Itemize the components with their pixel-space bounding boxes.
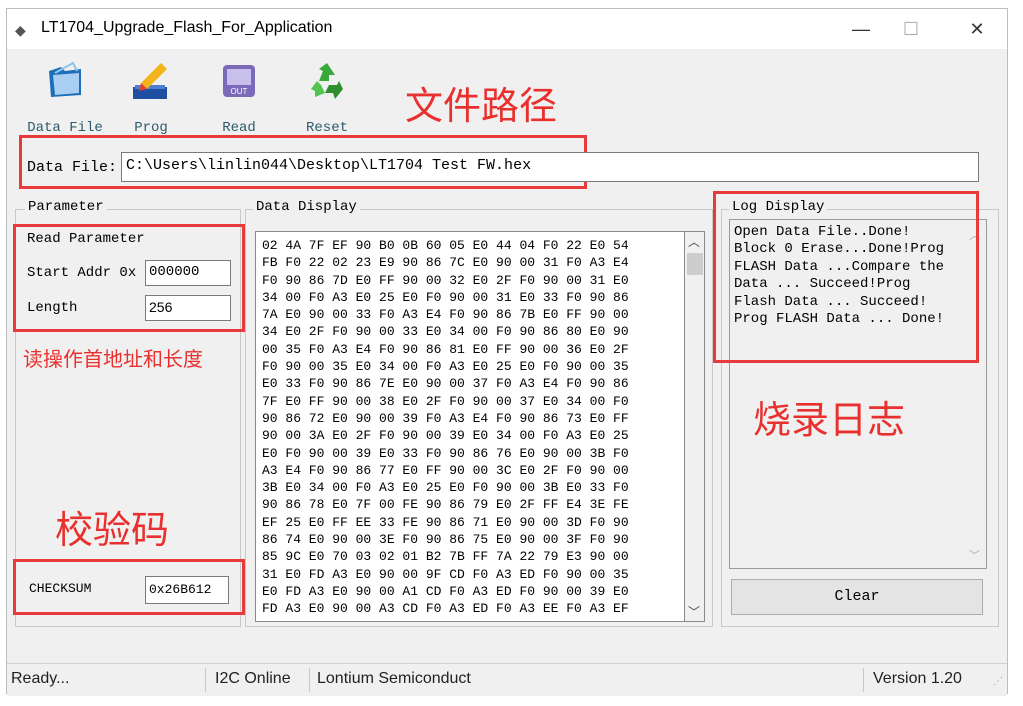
hex-line: 3B E0 34 00 F0 A3 E0 25 E0 F0 90 00 3B E… — [262, 480, 629, 496]
hex-line: 86 74 E0 90 00 3E F0 90 86 75 E0 90 00 3… — [262, 532, 629, 548]
hex-line: E0 33 F0 90 86 7E E0 90 00 37 F0 A3 E4 F… — [262, 376, 629, 392]
data-file-field-label: Data File: — [27, 159, 118, 176]
data-file-path-field[interactable]: C:\Users\linlin044\Desktop\LT1704 Test F… — [121, 152, 979, 182]
recycle-icon — [311, 63, 343, 99]
hex-line: A3 E4 F0 90 86 77 E0 FF 90 00 3C E0 2F F… — [262, 462, 629, 478]
clear-button[interactable]: Clear — [731, 579, 983, 615]
hex-scroll-thumb[interactable] — [687, 253, 703, 275]
hex-line: F0 90 00 35 E0 34 00 F0 A3 E0 25 E0 F0 9… — [262, 359, 629, 375]
data-file-label: Data File — [27, 120, 103, 136]
status-separator — [309, 668, 310, 692]
annotation-file-path: 文件路径 — [405, 84, 558, 128]
log-scroll-down-icon[interactable]: ﹀ — [969, 547, 980, 563]
reset-button[interactable]: Reset — [297, 59, 357, 136]
length-label: Length — [27, 300, 78, 316]
hex-line: 02 4A 7F EF 90 B0 0B 60 05 E0 44 04 F0 2… — [262, 238, 629, 253]
hex-line: 90 00 3A E0 2F F0 90 00 39 E0 34 00 F0 A… — [262, 428, 629, 444]
parameter-group-label: Parameter — [25, 199, 107, 215]
hex-line: 7A E0 90 00 33 F0 A3 E4 F0 90 86 7B E0 F… — [262, 307, 629, 323]
status-bar: Ready... I2C Online Lontium Semiconduct … — [7, 663, 1007, 696]
hex-line: 00 35 F0 A3 E4 F0 90 86 81 E0 FF 90 00 3… — [262, 341, 629, 357]
read-parameter-label: Read Parameter — [27, 231, 145, 247]
pencil-icon — [133, 63, 167, 99]
annotation-log: 烧录日志 — [753, 398, 906, 442]
window-title: LT1704_Upgrade_Flash_For_Application — [41, 19, 333, 36]
hex-line: FB F0 22 02 23 E9 90 86 7C E0 90 00 31 F… — [262, 255, 629, 271]
checksum-value: 0x26B612 — [145, 576, 229, 604]
hex-line: 31 E0 FD A3 E0 90 00 9F CD F0 A3 ED F0 9… — [262, 566, 629, 582]
annotation-box-log — [713, 191, 979, 363]
length-input[interactable]: 256 — [145, 295, 231, 321]
folder-icon — [49, 61, 81, 97]
chip-out-icon: OUT — [223, 65, 255, 97]
hex-line: 34 00 F0 A3 E0 25 E0 F0 90 00 31 E0 33 F… — [262, 289, 629, 305]
prog-label: Prog — [134, 120, 168, 136]
hex-scroll-down-icon[interactable]: ﹀ — [688, 603, 700, 620]
hex-line: FD A3 E0 90 00 A3 CD F0 A3 ED F0 A3 EE F… — [262, 601, 629, 617]
hex-line: E0 F0 90 00 39 E0 33 F0 90 86 76 E0 90 0… — [262, 445, 629, 461]
hex-line: 34 E0 2F F0 90 00 33 E0 34 00 F0 90 86 8… — [262, 324, 629, 340]
close-button[interactable]: ✕ — [957, 15, 997, 43]
data-file-button[interactable]: Data File — [23, 59, 107, 136]
app-icon: ◆ — [15, 22, 26, 38]
status-ready: Ready... — [11, 670, 70, 687]
hex-line: 90 86 78 E0 7F 00 FE 90 86 79 E0 2F FF E… — [262, 497, 629, 513]
hex-data-display: 02 4A 7F EF 90 B0 0B 60 05 E0 44 04 F0 2… — [255, 231, 685, 622]
hex-line: E0 FD A3 E0 90 00 A1 CD F0 A3 ED F0 90 0… — [262, 583, 629, 599]
annotation-read-params: 读操作首地址和长度 — [23, 347, 203, 371]
status-version: Version 1.20 — [873, 670, 962, 687]
hex-line: F0 90 86 7D E0 FF 90 00 32 E0 2F F0 90 0… — [262, 272, 629, 288]
start-addr-label: Start Addr 0x — [27, 265, 137, 281]
status-separator — [863, 668, 864, 692]
data-display-group-label: Data Display — [253, 199, 360, 215]
maximize-button[interactable]: ☐ — [891, 15, 931, 43]
annotation-checksum: 校验码 — [55, 508, 170, 552]
title-bar: ◆ LT1704_Upgrade_Flash_For_Application —… — [7, 9, 1007, 49]
read-icon-text: OUT — [231, 87, 248, 96]
hex-line: 85 9C E0 70 03 02 01 B2 7B FF 7A 22 79 E… — [262, 549, 629, 565]
hex-line: EF 25 E0 FF EE 33 FE 90 86 71 E0 90 00 3… — [262, 514, 629, 530]
hex-scroll-up-icon[interactable]: ︿ — [688, 233, 700, 250]
start-addr-input[interactable]: 000000 — [145, 260, 231, 286]
hex-line: 90 86 72 E0 90 00 39 F0 A3 E4 F0 90 86 7… — [262, 410, 629, 426]
read-label: Read — [222, 120, 256, 136]
status-separator — [205, 668, 206, 692]
hex-line: 7F E0 FF 90 00 38 E0 2F F0 90 00 37 E0 3… — [262, 393, 629, 409]
reset-label: Reset — [305, 120, 348, 136]
status-i2c: I2C Online — [215, 670, 291, 687]
minimize-button[interactable]: — — [841, 15, 881, 43]
hex-scrollbar[interactable] — [685, 231, 705, 622]
checksum-label: CHECKSUM — [29, 581, 92, 596]
prog-button[interactable]: Prog — [123, 59, 179, 136]
status-company: Lontium Semiconduct — [317, 670, 471, 687]
app-window: ◆ LT1704_Upgrade_Flash_For_Application —… — [6, 8, 1008, 696]
resize-grip-icon[interactable]: ⋰ — [993, 676, 1003, 687]
read-button[interactable]: OUT Read — [211, 59, 267, 136]
